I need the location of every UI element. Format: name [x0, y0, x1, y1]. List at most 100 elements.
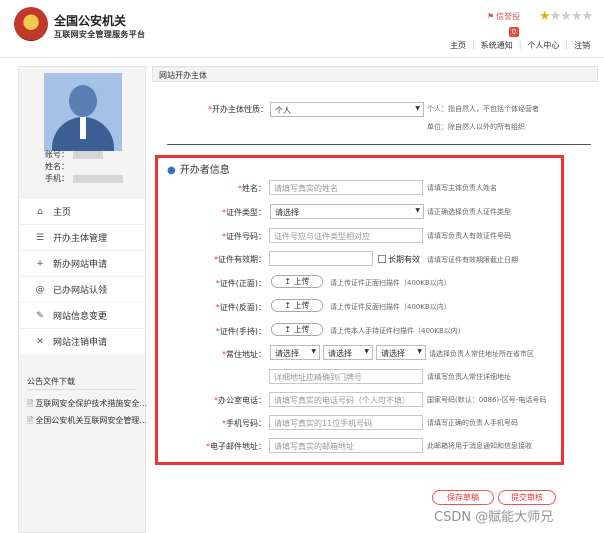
close-icon: ✕: [36, 336, 44, 347]
rating-stars: ★★★★★: [539, 9, 594, 24]
section-header-title: 网站开办主体: [159, 71, 207, 80]
announcement-label: 全国公安机关互联网安全管理...: [35, 416, 148, 425]
name-row: 姓名：: [45, 161, 69, 172]
entity-type-value: 个人: [275, 106, 291, 115]
mobile-input[interactable]: 请填写真实的11位手机号码: [269, 415, 423, 430]
sidebar-item-home[interactable]: ⌂ 主页: [19, 199, 145, 225]
police-emblem-logo: [14, 7, 48, 41]
office-phone-label: *办公室电话：: [214, 396, 266, 405]
name-input[interactable]: 请填写真实的姓名: [269, 180, 423, 195]
id-type-select[interactable]: 请选择 ▼: [270, 204, 424, 219]
id-hand-upload-button[interactable]: ↥ 上传: [271, 323, 323, 336]
upload-icon: ↥: [284, 325, 292, 334]
section-header-bar: 网站开办主体: [152, 66, 598, 82]
chevron-down-icon: ▼: [415, 207, 420, 214]
chevron-down-icon: ▼: [311, 348, 316, 355]
sidebar-item-label: 主页: [53, 208, 72, 218]
mobile-label: *手机号码：: [222, 419, 266, 428]
id-hand-hint: 请上传本人手持证件扫描件（400KB以内）: [330, 327, 465, 335]
address-detail-hint: 请填写负责人常住详细地址: [427, 373, 511, 381]
nav-home[interactable]: 主页: [444, 40, 472, 51]
district-select[interactable]: 请选择 ▼: [376, 345, 426, 360]
id-type-value: 请选择: [275, 208, 299, 217]
complaint-link[interactable]: ⚑ 信誉投: [487, 11, 520, 22]
at-icon: @: [35, 284, 45, 295]
bullet-icon: ●: [167, 165, 176, 176]
avatar-tie: [80, 117, 86, 139]
phone-row: 手机：: [45, 173, 123, 184]
nav-notifications[interactable]: 系统通知: [475, 40, 519, 51]
address-label: *常住地址：: [222, 350, 266, 359]
complaint-label: 信誉投: [496, 12, 521, 21]
id-number-label: *证件号码：: [222, 232, 266, 241]
organizer-info-title: ● 开办者信息: [167, 165, 230, 176]
home-icon: ⌂: [37, 206, 43, 217]
edit-icon: ✎: [36, 310, 44, 321]
office-phone-hint: 国家号码(默认：0086)-区号-电话号码: [427, 396, 547, 404]
sidebar-item-cancel-site[interactable]: ✕ 网站注销申请: [19, 329, 145, 355]
plus-icon: +: [36, 258, 44, 269]
id-number-input[interactable]: 证件号应与证件类型相对应: [269, 228, 423, 243]
province-select[interactable]: 请选择 ▼: [270, 345, 320, 360]
sidebar-menu: ⌂ 主页 ☰ 开办主体管理 + 新办网站申请 @ 已办网站认领 ✎ 网站信息变更 ✕ 网站注…: [19, 199, 145, 355]
site-subtitle: 互联网安全管理服务平台: [54, 30, 146, 39]
nav-profile[interactable]: 个人中心: [521, 40, 565, 51]
account-row: 账号：: [45, 149, 103, 160]
id-back-upload-button[interactable]: ↥ 上传: [271, 299, 323, 312]
sidebar-item-label: 网站注销申请: [53, 338, 108, 348]
mobile-hint: 请填写正确的负责人手机号码: [427, 419, 518, 427]
announcement-label: 互联网安全保护技术措施安全...: [35, 399, 148, 408]
id-front-hint: 请上传证件正面扫描件（400KB以内）: [330, 279, 451, 287]
avatar: [44, 73, 122, 151]
watermark: CSDN @赋能大师兄: [434, 510, 554, 525]
sidebar-item-label: 已办网站认领: [53, 286, 108, 296]
sidebar-item-change-info[interactable]: ✎ 网站信息变更: [19, 303, 145, 329]
id-valid-label: *证件有效期：: [214, 255, 266, 264]
sidebar: 账号： 姓名： 手机： ⌂ 主页 ☰ 开办主体管理 + 新办网站申请 @ 已办网站认领 …: [18, 66, 147, 533]
sidebar-item-new-site[interactable]: + 新办网站申请: [19, 251, 145, 277]
avatar-head: [69, 85, 97, 117]
id-front-upload-button[interactable]: ↥ 上传: [271, 275, 323, 288]
upload-icon: ↥: [284, 301, 292, 310]
id-valid-hint: 请填写证件有效期限截止日期: [427, 256, 518, 264]
office-phone-input[interactable]: 请填写真实的电话号码（个人可不填）: [269, 392, 423, 407]
section-divider: [167, 144, 591, 145]
sidebar-item-entity-management[interactable]: ☰ 开办主体管理: [19, 225, 145, 251]
city-select[interactable]: 请选择 ▼: [323, 345, 373, 360]
site-title: 全国公安机关: [54, 14, 127, 28]
id-front-label: *证件(正面)：: [215, 279, 266, 288]
sidebar-item-label: 开办主体管理: [53, 234, 108, 244]
email-hint: 此邮箱将用于消息通知和信息接收: [427, 442, 532, 450]
long-term-label: 长期有效: [388, 255, 420, 264]
announcement-link[interactable]: 🗎 全国公安机关互联网安全管理...: [27, 415, 147, 429]
phone-label: 手机：: [45, 174, 69, 183]
entity-type-select[interactable]: 个人 ▼: [270, 102, 424, 117]
account-label: 账号：: [45, 150, 69, 159]
announcements-divider: [27, 389, 137, 390]
email-input[interactable]: 请填写真实的邮箱地址: [269, 438, 423, 453]
document-icon: 🗎: [27, 399, 34, 408]
sidebar-item-claim-site[interactable]: @ 已办网站认领: [19, 277, 145, 303]
address-detail-input[interactable]: 详细地址应精确到门牌号: [269, 369, 423, 384]
bell-icon: ⚑: [487, 12, 495, 21]
submit-review-button[interactable]: 提交审核: [498, 490, 556, 505]
header: 全国公安机关 互联网安全管理服务平台 ⚑ 信誉投 0 ★★★★★ 主页 | 系统通…: [0, 0, 604, 58]
nav-logout[interactable]: 注销: [568, 40, 596, 51]
save-draft-button[interactable]: 保存草稿: [432, 490, 494, 505]
announcement-link[interactable]: 🗎 互联网安全保护技术措施安全...: [27, 398, 147, 412]
id-type-label: *证件类型：: [222, 208, 266, 217]
announcements-title: 公告文件下载: [27, 377, 75, 386]
name-field-label: *姓名：: [238, 184, 266, 193]
id-back-label: *证件(反面)：: [215, 303, 266, 312]
id-number-hint: 请填写负责人有效证件号码: [427, 232, 511, 240]
id-valid-date-input[interactable]: [269, 251, 373, 266]
star-filled-icon: ★: [539, 9, 551, 24]
chevron-down-icon: ▼: [415, 105, 420, 112]
upload-icon: ↥: [284, 277, 292, 286]
star-empty-icon: ★★★★: [549, 9, 594, 24]
id-type-hint: 请正确选择负责人证件类型: [427, 208, 511, 216]
name-label: 姓名：: [45, 162, 69, 171]
name-hint: 请填写主体负责人姓名: [427, 184, 497, 192]
long-term-checkbox[interactable]: [378, 255, 386, 263]
account-value-redacted: [73, 150, 103, 159]
